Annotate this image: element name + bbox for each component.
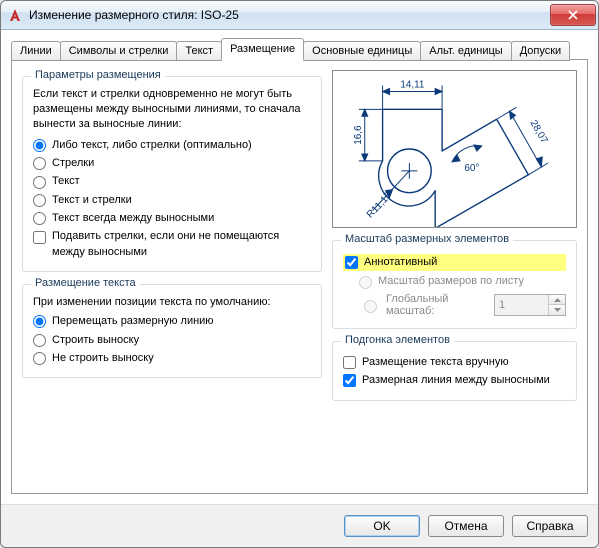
radio-tp-no-leader-label: Не строить выноску	[52, 351, 154, 366]
radio-tp-leader-input[interactable]	[33, 334, 46, 347]
radio-tp-leader[interactable]: Строить выноску	[33, 333, 311, 348]
app-icon	[7, 7, 23, 23]
client-area: Линии Символы и стрелки Текст Размещение…	[1, 30, 598, 504]
preview-dim-angle: 60°	[464, 163, 479, 174]
radio-tp-move-dimline[interactable]: Перемещать размерную линию	[33, 314, 311, 329]
group-fit-options-title: Параметры размещения	[31, 69, 165, 81]
radio-fit-best-label: Либо текст, либо стрелки (оптимально)	[52, 138, 252, 153]
tab-primary-units[interactable]: Основные единицы	[303, 41, 421, 61]
radio-fit-best[interactable]: Либо текст, либо стрелки (оптимально)	[33, 138, 311, 153]
check-annotative-input[interactable]	[345, 256, 358, 269]
check-manual-text-input[interactable]	[343, 356, 356, 369]
chevron-up-icon	[554, 298, 561, 302]
preview-dim-top: 14,11	[400, 80, 425, 91]
preview-dim-left: 16,6	[353, 125, 364, 145]
tab-text[interactable]: Текст	[176, 41, 222, 61]
radio-fit-both[interactable]: Текст и стрелки	[33, 193, 311, 208]
cancel-button[interactable]: Отмена	[428, 515, 504, 537]
radio-tp-leader-label: Строить выноску	[52, 333, 139, 348]
spin-overall-scale-input	[495, 295, 548, 315]
group-fit-options: Параметры размещения Если текст и стрелк…	[22, 76, 322, 272]
chevron-down-icon	[554, 308, 561, 312]
check-dimline-between-label: Размерная линия между выносными	[362, 373, 550, 388]
preview-dim-radius: R11,17	[365, 190, 395, 221]
button-bar: OK Отмена Справка	[1, 504, 598, 547]
radio-scale-overall-label: Глобальный масштаб:	[386, 293, 488, 317]
radio-fit-arrows[interactable]: Стрелки	[33, 156, 311, 171]
dialog-title: Изменение размерного стиля: ISO-25	[29, 8, 550, 22]
check-manual-text[interactable]: Размещение текста вручную	[343, 355, 566, 370]
spin-overall-scale	[494, 294, 566, 316]
fit-options-intro: Если текст и стрелки одновременно не мог…	[33, 87, 311, 132]
group-scale: Масштаб размерных элементов Аннотативный…	[332, 240, 577, 329]
group-text-placement-title: Размещение текста	[31, 277, 140, 289]
close-button[interactable]	[550, 4, 596, 26]
panel-left: Параметры размещения Если текст и стрелк…	[22, 70, 322, 483]
radio-tp-move-dimline-label: Перемещать размерную линию	[52, 314, 214, 329]
check-suppress-arrows-input[interactable]	[33, 231, 46, 244]
radio-scale-overall-input	[364, 300, 377, 313]
panel-right: 14,11 16,6	[332, 70, 577, 483]
check-suppress-arrows-label: Подавить стрелки, если они не помещаются…	[52, 229, 311, 260]
radio-scale-layout-label: Масштаб размеров по листу	[378, 274, 524, 289]
preview-dim-diag: 28,07	[528, 118, 550, 145]
group-text-placement: Размещение текста При изменении позиции …	[22, 284, 322, 378]
group-scale-title: Масштаб размерных элементов	[341, 233, 513, 245]
radio-fit-always-between[interactable]: Текст всегда между выносными	[33, 211, 311, 226]
group-fine-tuning: Подгонка элементов Размещение текста вру…	[332, 341, 577, 401]
radio-fit-always-between-label: Текст всегда между выносными	[52, 211, 214, 226]
radio-scale-overall-row: Глобальный масштаб:	[359, 293, 566, 317]
spin-down-button	[549, 304, 565, 315]
tab-alt-units[interactable]: Альт. единицы	[420, 41, 511, 61]
check-annotative-label: Аннотативный	[364, 255, 437, 270]
tab-panel-fit: Параметры размещения Если текст и стрелк…	[11, 59, 588, 494]
radio-fit-arrows-label: Стрелки	[52, 156, 94, 171]
radio-tp-no-leader[interactable]: Не строить выноску	[33, 351, 311, 366]
help-button[interactable]: Справка	[512, 515, 588, 537]
radio-fit-text-label: Текст	[52, 174, 80, 189]
tab-lines[interactable]: Линии	[11, 41, 61, 61]
spin-up-button	[549, 295, 565, 305]
tab-fit[interactable]: Размещение	[221, 38, 304, 60]
tab-tolerances[interactable]: Допуски	[511, 41, 570, 61]
tab-strip: Линии Символы и стрелки Текст Размещение…	[11, 38, 588, 60]
tab-symbols-arrows[interactable]: Символы и стрелки	[60, 41, 178, 61]
radio-fit-best-input[interactable]	[33, 139, 46, 152]
close-icon	[568, 10, 578, 20]
radio-fit-text-input[interactable]	[33, 176, 46, 189]
check-suppress-arrows[interactable]: Подавить стрелки, если они не помещаются…	[33, 229, 311, 260]
radio-fit-text[interactable]: Текст	[33, 174, 311, 189]
ok-button[interactable]: OK	[344, 515, 420, 537]
radio-scale-layout-input	[359, 276, 372, 289]
titlebar: Изменение размерного стиля: ISO-25	[1, 1, 598, 30]
radio-fit-both-input[interactable]	[33, 194, 46, 207]
radio-fit-both-label: Текст и стрелки	[52, 193, 132, 208]
check-dimline-between-input[interactable]	[343, 374, 356, 387]
dialog-window: Изменение размерного стиля: ISO-25 Линии…	[0, 0, 599, 548]
check-manual-text-label: Размещение текста вручную	[362, 355, 509, 370]
radio-fit-arrows-input[interactable]	[33, 157, 46, 170]
dimension-preview: 14,11 16,6	[332, 70, 577, 228]
check-dimline-between[interactable]: Размерная линия между выносными	[343, 373, 566, 388]
radio-fit-always-between-input[interactable]	[33, 212, 46, 225]
radio-scale-layout: Масштаб размеров по листу	[359, 274, 566, 289]
radio-tp-no-leader-input[interactable]	[33, 352, 46, 365]
check-annotative[interactable]: Аннотативный	[343, 254, 566, 271]
group-fine-tuning-title: Подгонка элементов	[341, 334, 454, 346]
text-placement-intro: При изменении позиции текста по умолчани…	[33, 295, 311, 310]
radio-tp-move-dimline-input[interactable]	[33, 315, 46, 328]
